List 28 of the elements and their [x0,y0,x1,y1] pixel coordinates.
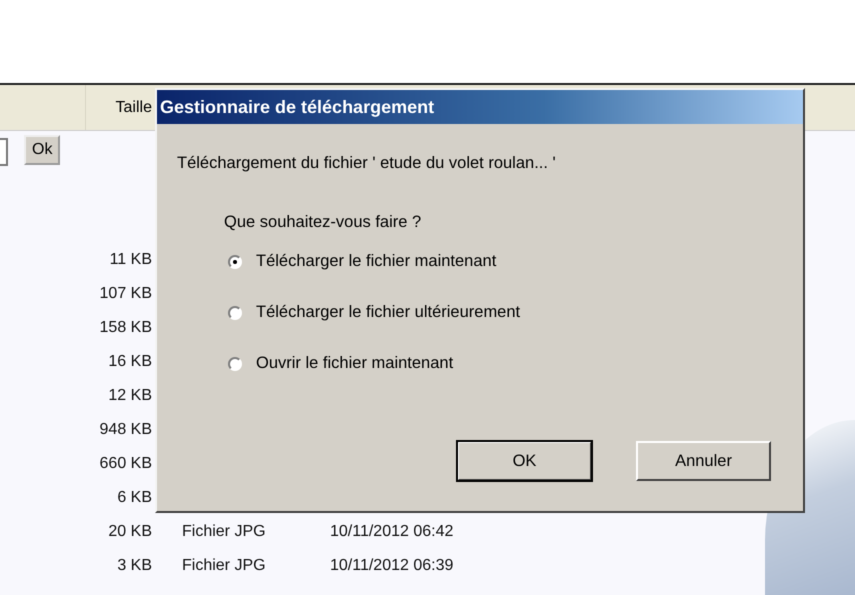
ok-button[interactable]: OK [457,441,592,481]
file-size: 20 KB [107,523,152,541]
file-size: 158 KB [98,319,152,337]
option-label[interactable]: Ouvrir le fichier maintenant [256,354,454,373]
option-label[interactable]: Télécharger le fichier ultérieurement [256,303,520,322]
file-type: Fichier JPG [181,523,267,541]
file-type: Fichier JPG [181,557,267,575]
file-size: 12 KB [107,387,152,405]
ok-button[interactable]: Ok [24,135,60,165]
file-size: 660 KB [98,455,152,473]
cancel-button[interactable]: Annuler [636,441,771,481]
file-date: 10/11/2012 06:42 [330,523,454,541]
radio-button[interactable] [228,306,242,320]
dialog-title: Gestionnaire de téléchargement [157,90,803,124]
file-size: 948 KB [98,421,152,439]
file-size: 16 KB [107,353,152,371]
question-text: Que souhaitez-vous faire ? [224,213,422,232]
file-size: 107 KB [98,285,152,303]
input-field[interactable] [0,138,8,166]
download-message: Téléchargement du fichier ' etude du volet roulan... ' [177,154,557,173]
file-date: 10/11/2012 06:39 [330,557,454,575]
option-label[interactable]: Télécharger le fichier maintenant [256,252,496,271]
radio-button[interactable] [228,254,242,268]
file-size: 11 KB [108,251,152,269]
file-size: 3 KB [116,557,152,575]
file-size: 6 KB [116,489,152,507]
radio-button[interactable] [228,356,242,370]
column-header[interactable]: Taille [86,85,154,130]
